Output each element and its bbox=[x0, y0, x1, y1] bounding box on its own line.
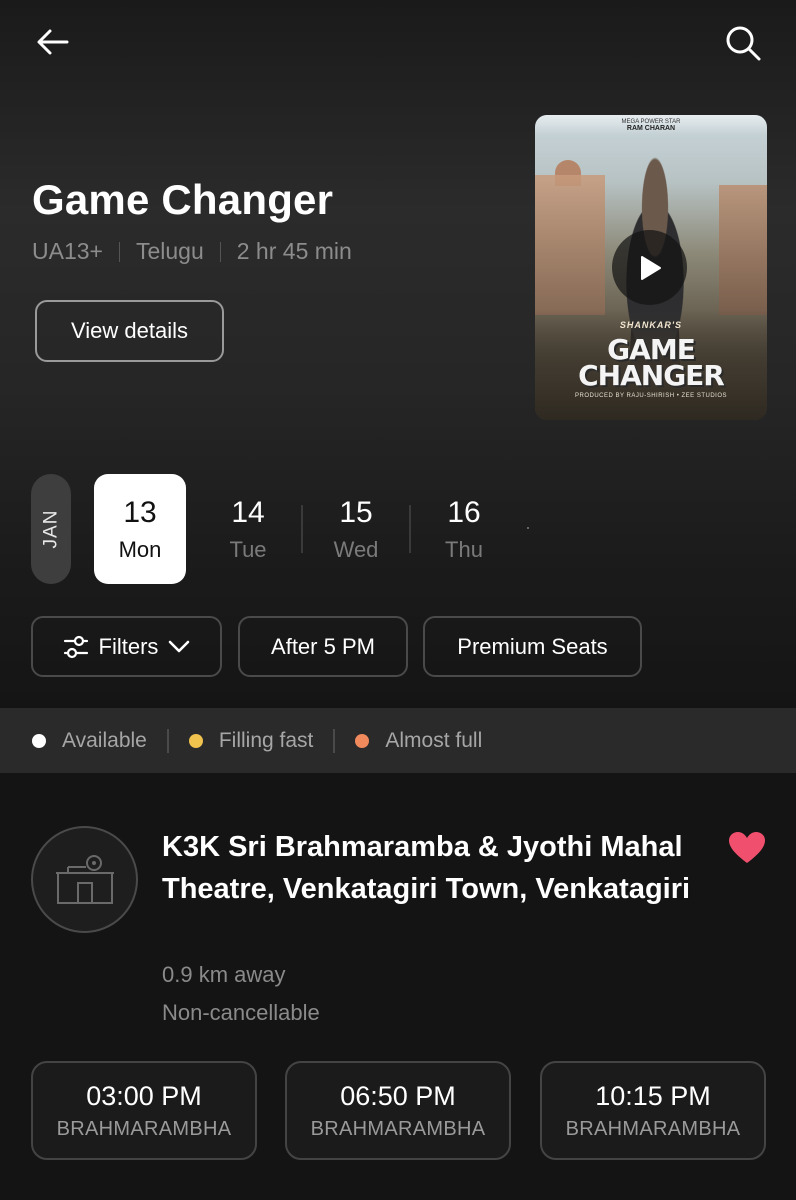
month-pill: JAN bbox=[31, 474, 71, 584]
date-item-13[interactable]: 13 Mon bbox=[94, 474, 186, 584]
legend-dot-filling bbox=[188, 733, 203, 748]
movie-poster[interactable]: MEGA POWER STAR RAM CHARAN SHANKAR'S GAM… bbox=[535, 115, 767, 420]
showtime-time: 03:00 PM bbox=[86, 1081, 202, 1111]
date-number: 13 bbox=[123, 496, 157, 529]
play-icon bbox=[640, 255, 661, 280]
date-day: Tue bbox=[229, 537, 267, 562]
poster-building-left bbox=[535, 175, 605, 315]
duration: 2 hr 45 min bbox=[236, 238, 352, 264]
filters-button[interactable]: Filters bbox=[31, 616, 222, 677]
theatre-distance: 0.9 km away bbox=[162, 962, 286, 987]
date-divider bbox=[409, 505, 411, 553]
certificate: UA13+ bbox=[32, 238, 103, 264]
legend-label: Available bbox=[62, 728, 147, 752]
availability-legend: Available Filling fast Almost full bbox=[0, 708, 796, 773]
date-number: 16 bbox=[447, 496, 481, 529]
movie-meta: UA13+ Telugu 2 hr 45 min bbox=[32, 238, 352, 265]
cancellation-policy: Non-cancellable bbox=[162, 1000, 320, 1025]
month-label: JAN bbox=[40, 509, 61, 549]
movie-title: Game Changer bbox=[32, 176, 334, 223]
poster-produced-by: PRODUCED BY RAJU-SHIRISH • ZEE STUDIOS bbox=[574, 393, 727, 399]
chevron-down-icon bbox=[168, 640, 190, 654]
showtime-time: 10:15 PM bbox=[595, 1081, 711, 1111]
date-number: 14 bbox=[231, 496, 265, 529]
showtime-screen: BRAHMARAMBHA bbox=[56, 1118, 232, 1140]
poster-director: SHANKAR'S bbox=[619, 320, 683, 330]
language: Telugu bbox=[135, 238, 204, 264]
meta-divider bbox=[118, 241, 120, 262]
date-day: Thu bbox=[445, 537, 483, 562]
legend-almost-full: Almost full bbox=[355, 729, 482, 753]
poster-logo-line2: CHANGER bbox=[578, 359, 725, 392]
date-item-14[interactable]: 14 Tue bbox=[202, 474, 294, 584]
arrow-left-icon bbox=[37, 29, 69, 55]
date-item-15[interactable]: 15 Wed bbox=[310, 474, 402, 584]
date-number: 15 bbox=[339, 496, 373, 529]
trailer-play-button[interactable] bbox=[612, 230, 687, 305]
showtime-screen: BRAHMARAMBHA bbox=[310, 1118, 486, 1140]
poster-star-credit: MEGA POWER STAR RAM CHARAN bbox=[535, 119, 767, 132]
legend-divider bbox=[166, 728, 169, 753]
date-divider bbox=[301, 505, 303, 553]
poster-building-right bbox=[719, 185, 767, 315]
showtime-button[interactable]: 10:15 PM BRAHMARAMBHA bbox=[540, 1061, 766, 1160]
showtime-screen: BRAHMARAMBHA bbox=[565, 1118, 741, 1140]
meta-divider bbox=[219, 241, 221, 262]
premium-seats-filter[interactable]: Premium Seats bbox=[423, 616, 642, 677]
legend-dot-available bbox=[32, 733, 46, 748]
scroll-hint-dot bbox=[527, 527, 529, 529]
legend-filling-fast: Filling fast bbox=[188, 728, 314, 753]
theatre-avatar bbox=[31, 826, 138, 933]
showtime-time: 06:50 PM bbox=[340, 1081, 456, 1111]
legend-dot-almost bbox=[355, 733, 370, 748]
date-day: Wed bbox=[333, 537, 379, 562]
showtime-button[interactable]: 03:00 PM BRAHMARAMBHA bbox=[31, 1061, 257, 1160]
search-icon bbox=[726, 26, 761, 61]
legend-label: Almost full bbox=[385, 728, 483, 752]
back-button[interactable] bbox=[30, 22, 76, 62]
legend-available: Available bbox=[32, 729, 147, 753]
legend-divider bbox=[333, 728, 336, 753]
view-details-button[interactable]: View details bbox=[35, 300, 224, 362]
legend-label: Filling fast bbox=[218, 728, 314, 752]
showtime-button[interactable]: 06:50 PM BRAHMARAMBHA bbox=[285, 1061, 511, 1160]
after-5pm-filter[interactable]: After 5 PM bbox=[238, 616, 408, 677]
poster-star-name: RAM CHARAN bbox=[626, 125, 676, 132]
date-day: Mon bbox=[118, 537, 162, 562]
theatre-name[interactable]: K3K Sri Brahmaramba & Jyothi Mahal Theat… bbox=[162, 826, 702, 910]
theatre-building-icon bbox=[55, 854, 114, 904]
sliders-icon bbox=[63, 635, 89, 659]
search-button[interactable] bbox=[718, 20, 768, 66]
filters-label: Filters bbox=[98, 633, 159, 659]
date-item-16[interactable]: 16 Thu bbox=[418, 474, 510, 584]
favorite-heart-icon[interactable] bbox=[727, 830, 767, 866]
